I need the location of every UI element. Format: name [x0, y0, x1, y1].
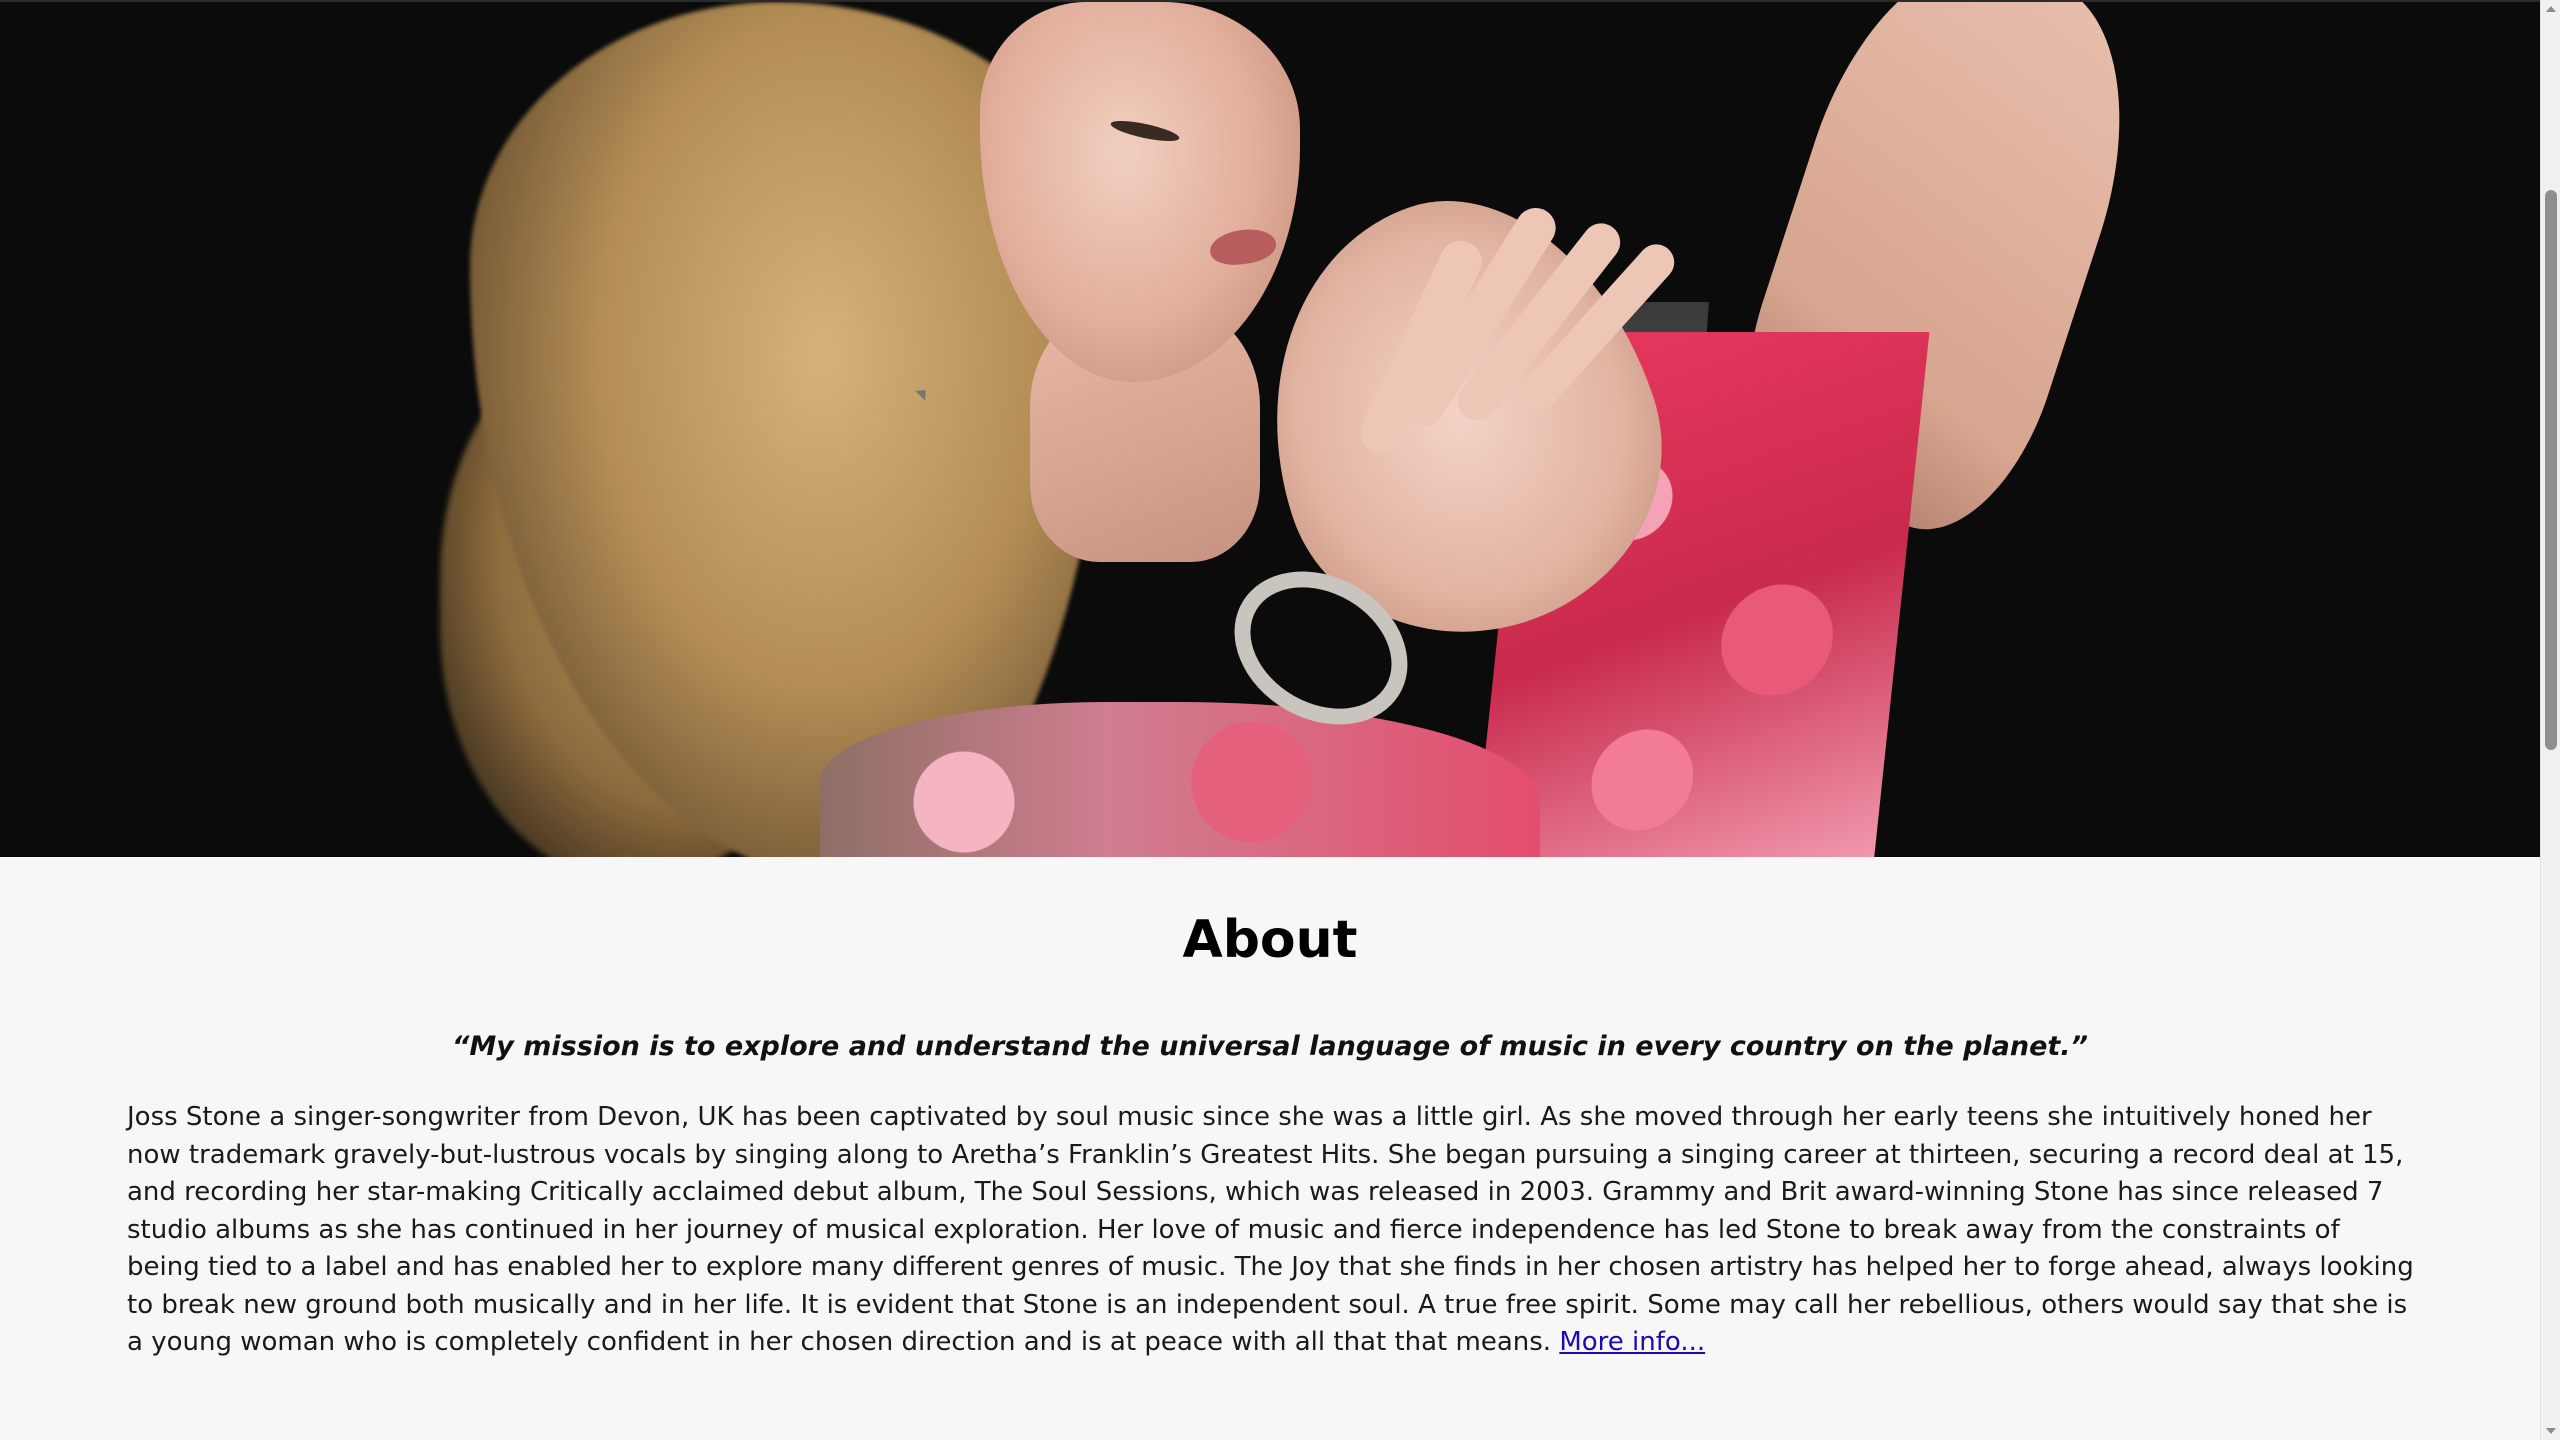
dress-shape	[820, 702, 1540, 857]
hero-image	[0, 0, 2540, 857]
page: About “My mission is to explore and unde…	[0, 0, 2540, 1440]
mission-quote: “My mission is to explore and understand…	[452, 1031, 2088, 1062]
bio-text: Joss Stone a singer-songwriter from Devo…	[127, 1102, 2414, 1357]
vertical-scrollbar[interactable]	[2540, 0, 2560, 1440]
about-heading: About	[1182, 910, 1358, 970]
bio-paragraph: Joss Stone a singer-songwriter from Devo…	[127, 1099, 2417, 1362]
scroll-up-arrow-icon[interactable]	[2546, 6, 2556, 12]
scrollbar-thumb[interactable]	[2545, 190, 2557, 750]
more-info-link[interactable]: More info...	[1559, 1327, 1705, 1357]
scroll-down-arrow-icon[interactable]	[2546, 1428, 2556, 1434]
